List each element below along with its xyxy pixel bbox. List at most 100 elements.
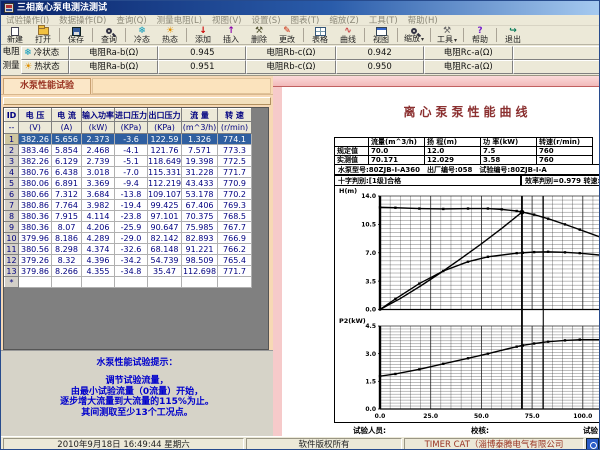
- table-cell[interactable]: 121.76: [148, 145, 182, 156]
- toolbar-button-保存[interactable]: 保存: [62, 26, 90, 44]
- table-cell[interactable]: 7.312: [52, 189, 82, 200]
- table-cell[interactable]: 112.698: [182, 266, 218, 277]
- table-cell[interactable]: 4.289: [82, 233, 115, 244]
- table-cell[interactable]: 4.206: [82, 222, 115, 233]
- table-cell[interactable]: 6.129: [52, 156, 82, 167]
- row-header[interactable]: 9: [5, 222, 19, 233]
- table-row[interactable]: 12379.268.324.396-34.254.73998.509765.4: [5, 255, 252, 266]
- table-cell[interactable]: 7.571: [182, 145, 218, 156]
- toolbar-button-退出[interactable]: ↪退出: [499, 26, 527, 44]
- row-header[interactable]: 2: [5, 145, 19, 156]
- table-cell[interactable]: 82.142: [148, 233, 182, 244]
- table-cell[interactable]: 380.66: [19, 189, 52, 200]
- table-cell[interactable]: 380.36: [19, 211, 52, 222]
- table-cell[interactable]: 8.298: [52, 244, 82, 255]
- table-cell[interactable]: 383.46: [19, 145, 52, 156]
- table-row[interactable]: 11380.568.2984.374-32.668.14891.221766.2: [5, 244, 252, 255]
- table-cell[interactable]: 75.985: [182, 222, 218, 233]
- table-row[interactable]: 4380.766.4383.018-7.0115.33131.228771.7: [5, 167, 252, 178]
- table-cell[interactable]: -25.9: [115, 222, 148, 233]
- table-cell[interactable]: 109.107: [148, 189, 182, 200]
- table-cell[interactable]: 382.26: [19, 156, 52, 167]
- table-cell[interactable]: 4.355: [82, 266, 115, 277]
- menu-item[interactable]: 设置(S): [246, 14, 285, 26]
- state-button-冷状态[interactable]: ❄冷状态: [21, 46, 69, 60]
- row-header[interactable]: 6: [5, 189, 19, 200]
- menu-item[interactable]: 测量电阻(L): [152, 14, 207, 26]
- table-cell[interactable]: -34.2: [115, 255, 148, 266]
- toolbar-button-表格[interactable]: 表格: [306, 26, 334, 44]
- table-cell[interactable]: 6.438: [52, 167, 82, 178]
- grid-header-cell[interactable]: 转 速: [218, 109, 252, 122]
- table-cell[interactable]: 768.5: [218, 211, 252, 222]
- table-cell[interactable]: 770.2: [218, 189, 252, 200]
- row-header[interactable]: 1: [5, 134, 19, 145]
- table-cell[interactable]: 766.2: [218, 244, 252, 255]
- table-cell[interactable]: 770.9: [218, 178, 252, 189]
- table-cell[interactable]: 70.375: [182, 211, 218, 222]
- table-cell[interactable]: 19.398: [182, 156, 218, 167]
- toolbar-button-热态[interactable]: ☀热态: [156, 26, 184, 44]
- table-cell[interactable]: 3.982: [82, 200, 115, 211]
- table-cell[interactable]: 4.374: [82, 244, 115, 255]
- table-cell[interactable]: -4.1: [115, 145, 148, 156]
- row-header[interactable]: 12: [5, 255, 19, 266]
- row-header[interactable]: 8: [5, 211, 19, 222]
- row-header[interactable]: 7: [5, 200, 19, 211]
- table-row[interactable]: 2383.465.8542.468-4.1121.767.571773.3: [5, 145, 252, 156]
- table-cell[interactable]: 53.178: [182, 189, 218, 200]
- table-cell[interactable]: 771.7: [218, 266, 252, 277]
- table-cell[interactable]: [115, 277, 148, 288]
- toolbar-button-曲线[interactable]: ∿曲线: [334, 26, 362, 44]
- table-cell[interactable]: 6.891: [52, 178, 82, 189]
- table-cell[interactable]: 379.96: [19, 233, 52, 244]
- table-cell[interactable]: 90.647: [148, 222, 182, 233]
- toolbar-button-打开[interactable]: 打开: [29, 26, 57, 44]
- table-cell[interactable]: -7.0: [115, 167, 148, 178]
- table-cell[interactable]: 54.739: [148, 255, 182, 266]
- table-cell[interactable]: 118.649: [148, 156, 182, 167]
- row-header[interactable]: *: [5, 277, 19, 288]
- toolbar-button-插入[interactable]: ↑插入: [217, 26, 245, 44]
- table-cell[interactable]: 7.764: [52, 200, 82, 211]
- table-cell[interactable]: 2.468: [82, 145, 115, 156]
- table-cell[interactable]: -23.8: [115, 211, 148, 222]
- menu-item[interactable]: 工具(T): [364, 14, 403, 26]
- grid-header-cell[interactable]: 进口压力: [115, 109, 148, 122]
- table-row[interactable]: 9380.368.074.206-25.990.64775.985767.7: [5, 222, 252, 233]
- table-cell[interactable]: 31.228: [182, 167, 218, 178]
- table-cell[interactable]: 43.433: [182, 178, 218, 189]
- row-header[interactable]: 4: [5, 167, 19, 178]
- table-cell[interactable]: 97.101: [148, 211, 182, 222]
- table-cell[interactable]: -3.6: [115, 134, 148, 145]
- toolbar-button-更改[interactable]: ✎更改: [273, 26, 301, 44]
- table-cell[interactable]: 2.373: [82, 134, 115, 145]
- status-tray-icon[interactable]: [586, 438, 599, 450]
- table-cell[interactable]: 765.4: [218, 255, 252, 266]
- menu-item[interactable]: 试验操作(I): [1, 14, 54, 26]
- row-header[interactable]: 11: [5, 244, 19, 255]
- table-cell[interactable]: 774.1: [218, 134, 252, 145]
- table-cell[interactable]: 82.893: [182, 233, 218, 244]
- table-cell[interactable]: -5.1: [115, 156, 148, 167]
- table-cell[interactable]: 8.32: [52, 255, 82, 266]
- table-cell[interactable]: 115.331: [148, 167, 182, 178]
- table-cell[interactable]: 67.406: [182, 200, 218, 211]
- table-cell[interactable]: 4.114: [82, 211, 115, 222]
- menu-item[interactable]: 缩放(Z): [324, 14, 363, 26]
- toolbar-button-查询[interactable]: 查询: [95, 26, 123, 44]
- table-cell[interactable]: [82, 277, 115, 288]
- table-cell[interactable]: 3.369: [82, 178, 115, 189]
- table-cell[interactable]: 3.684: [82, 189, 115, 200]
- table-cell[interactable]: 8.266: [52, 266, 82, 277]
- table-cell[interactable]: 5.656: [52, 134, 82, 145]
- row-header[interactable]: 5: [5, 178, 19, 189]
- table-cell[interactable]: 3.018: [82, 167, 115, 178]
- menu-item[interactable]: 数据操作(D): [54, 14, 111, 26]
- table-cell[interactable]: [182, 277, 218, 288]
- table-cell[interactable]: -34.8: [115, 266, 148, 277]
- table-row[interactable]: 10379.968.1864.289-29.082.14282.893766.9: [5, 233, 252, 244]
- toolbar-button-帮助[interactable]: ?帮助: [466, 26, 494, 44]
- table-row[interactable]: 8380.367.9154.114-23.897.10170.375768.5: [5, 211, 252, 222]
- table-cell[interactable]: 2.739: [82, 156, 115, 167]
